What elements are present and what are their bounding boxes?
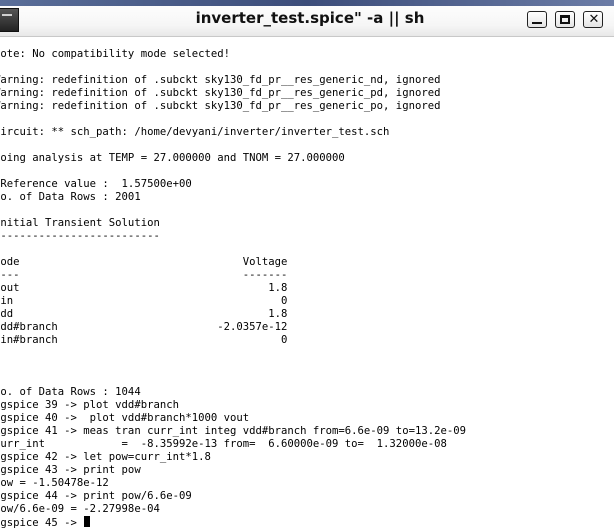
terminal-line: vdd#branch -2.0357e-12 (0, 321, 288, 333)
terminal-line: Warning: redefinition of .subckt sky130_… (0, 87, 441, 99)
maximize-button[interactable] (555, 11, 575, 28)
terminal-line: curr_int = -8.35992e-13 from= 6.60000e-0… (0, 438, 447, 450)
terminal-line: No. of Data Rows : 1044 (0, 386, 141, 398)
terminal-output[interactable]: Note: No compatibility mode selected! War… (0, 37, 614, 531)
terminal-line: -------------------------- (0, 230, 160, 242)
terminal-line: Doing analysis at TEMP = 27.000000 and T… (0, 152, 345, 164)
window-title: inverter_test.spice" -a || sh (195, 9, 425, 27)
maximize-icon (560, 15, 570, 24)
terminal-line: Warning: redefinition of .subckt sky130_… (0, 74, 441, 86)
terminal-line: vin#branch 0 (0, 334, 288, 346)
terminal-line: Circuit: ** sch_path: /home/devyani/inve… (0, 126, 390, 138)
terminal-line: vdd 1.8 (0, 308, 288, 320)
terminal-line: vin 0 (0, 295, 288, 307)
close-icon: ✕ (588, 12, 600, 27)
terminal-line: ---- ------- (0, 269, 288, 281)
title-bar[interactable]: inverter_test.spice" -a || sh ✕ (0, 0, 614, 37)
terminal-window: inverter_test.spice" -a || sh ✕ Note: No… (0, 0, 614, 531)
terminal-lines: Note: No compatibility mode selected! War… (0, 48, 466, 529)
minimize-button[interactable] (527, 11, 547, 28)
terminal-line: Warning: redefinition of .subckt sky130_… (0, 100, 441, 112)
terminal-line: Reference value : 1.57500e+00 (0, 178, 192, 190)
terminal-line: vout 1.8 (0, 282, 288, 294)
terminal-line: Note: No compatibility mode selected! (0, 48, 230, 60)
terminal-line: pow/6.6e-09 = -2.27998e-04 (0, 503, 160, 515)
terminal-prompt: ngspice 45 -> (0, 517, 84, 529)
terminal-line: ngspice 43 -> print pow (0, 464, 141, 476)
terminal-line: Initial Transient Solution (0, 217, 160, 229)
terminal-line: No. of Data Rows : 2001 (0, 191, 141, 203)
desktop-background-strip (0, 0, 614, 6)
terminal-line: ngspice 44 -> print pow/6.6e-09 (0, 490, 192, 502)
close-button[interactable]: ✕ (583, 11, 603, 28)
terminal-line: pow = -1.50478e-12 (0, 477, 109, 489)
terminal-app-icon[interactable] (0, 8, 19, 32)
terminal-line: ngspice 40 -> plot vdd#branch*1000 vout (0, 412, 250, 424)
terminal-line: Node Voltage (0, 256, 288, 268)
terminal-line: ngspice 39 -> plot vdd#branch (0, 399, 179, 411)
terminal-prompt-line[interactable]: ngspice 45 -> (0, 516, 466, 529)
terminal-line: ngspice 42 -> let pow=curr_int*1.8 (0, 451, 211, 463)
text-cursor (84, 516, 91, 527)
terminal-line: ngspice 41 -> meas tran curr_int integ v… (0, 425, 466, 437)
minimize-icon (532, 22, 542, 24)
